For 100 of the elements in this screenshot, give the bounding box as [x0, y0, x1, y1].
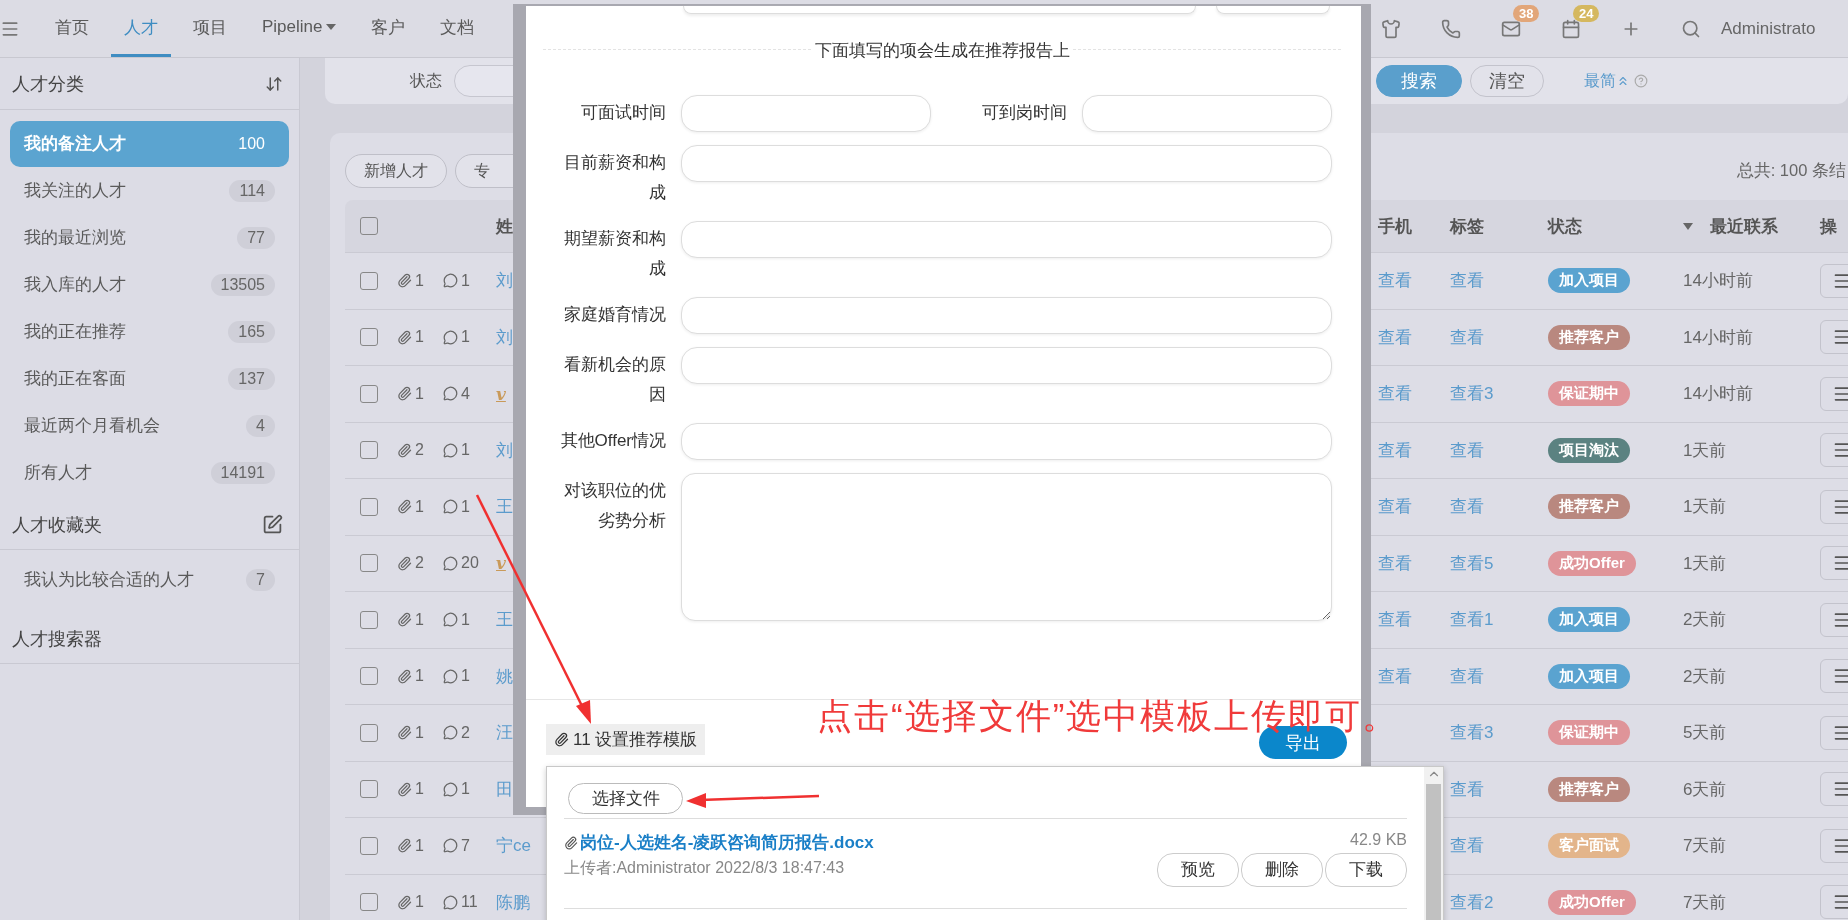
comment-icon[interactable]	[443, 838, 458, 854]
sort-icon[interactable]	[265, 74, 283, 93]
checkbox[interactable]	[360, 836, 378, 855]
checkbox[interactable]	[360, 384, 378, 403]
tags-link[interactable]: 查看3	[1450, 382, 1494, 406]
sidebar-item[interactable]: 我认为比较合适的人才 7	[10, 557, 289, 603]
input-field[interactable]	[681, 423, 1332, 460]
input-field[interactable]	[681, 221, 1332, 258]
attachment-count[interactable]: 2	[415, 441, 424, 460]
comment-count[interactable]: 1	[461, 780, 470, 799]
tags-link[interactable]: 查看1	[1450, 608, 1494, 632]
comment-count[interactable]: 1	[461, 497, 470, 516]
comment-icon[interactable]	[443, 386, 458, 402]
checkbox[interactable]	[360, 667, 378, 686]
comment-icon[interactable]	[443, 499, 458, 515]
column-header[interactable]: 状态	[1548, 214, 1582, 238]
file-action-button[interactable]: 下载	[1325, 853, 1407, 887]
attachment-count[interactable]: 1	[415, 328, 424, 347]
comment-icon[interactable]	[443, 442, 458, 458]
attachment-count[interactable]: 2	[415, 554, 424, 573]
paperclip-icon[interactable]	[397, 386, 412, 402]
nav-tab[interactable]: 客户	[357, 0, 418, 57]
comment-count[interactable]: 1	[461, 667, 470, 686]
filter-button[interactable]: 清空	[1470, 65, 1544, 97]
search-icon[interactable]	[1681, 18, 1701, 39]
tags-link[interactable]: 查看3	[1450, 721, 1494, 745]
input-field[interactable]	[681, 95, 931, 132]
phone-link[interactable]: 查看	[1378, 495, 1412, 519]
comment-icon[interactable]	[443, 668, 458, 684]
phone-link[interactable]: 查看	[1378, 608, 1412, 632]
tags-link[interactable]: 查看	[1450, 325, 1484, 349]
template-link[interactable]: 11 设置推荐模版	[546, 724, 705, 755]
scrollbar[interactable]	[1424, 767, 1443, 920]
paperclip-icon[interactable]	[397, 612, 412, 628]
checkbox[interactable]	[360, 328, 378, 347]
tags-link[interactable]: 查看	[1450, 438, 1484, 462]
name-link[interactable]: 陈鹏	[496, 890, 530, 914]
sidebar-item[interactable]: 所有人才 14191	[10, 450, 289, 496]
tags-link[interactable]: 查看	[1450, 664, 1484, 688]
phone-link[interactable]: 查看	[1378, 664, 1412, 688]
attachment-count[interactable]: 1	[415, 497, 424, 516]
sidebar-item[interactable]: 我的正在推荐 165	[10, 309, 289, 355]
sidebar-item[interactable]: 最近两个月看机会 4	[10, 403, 289, 449]
comment-icon[interactable]	[443, 725, 458, 741]
comment-count[interactable]: 7	[461, 836, 470, 855]
attachment-count[interactable]: 1	[415, 610, 424, 629]
phone-icon[interactable]	[1441, 18, 1461, 39]
paperclip-icon[interactable]	[397, 838, 412, 854]
nav-tab[interactable]: 首页	[42, 0, 102, 57]
comment-count[interactable]: 1	[461, 441, 470, 460]
comment-icon[interactable]	[443, 555, 458, 571]
phone-link[interactable]: 查看	[1378, 438, 1412, 462]
checkbox[interactable]	[360, 554, 378, 573]
name-link[interactable]: 汪	[496, 721, 513, 745]
attachment-count[interactable]: 1	[415, 836, 424, 855]
attachment-count[interactable]: 1	[415, 723, 424, 742]
attachment-count[interactable]: 1	[415, 893, 424, 912]
nav-tab[interactable]: Pipeline	[249, 0, 349, 57]
sidebar-item[interactable]: 我的正在客面 137	[10, 356, 289, 402]
comment-count[interactable]: 2	[461, 723, 470, 742]
sidebar-item[interactable]: 我的最近浏览 77	[10, 215, 289, 261]
name-link[interactable]: 刘	[496, 438, 513, 462]
phone-link[interactable]: 查看	[1378, 325, 1412, 349]
phone-link[interactable]: 查看	[1378, 382, 1412, 406]
input-field[interactable]	[681, 145, 1332, 182]
nav-tab[interactable]: 文档	[426, 0, 487, 57]
comment-icon[interactable]	[443, 612, 458, 628]
file-action-button[interactable]: 删除	[1241, 853, 1323, 887]
checkbox[interactable]	[360, 497, 378, 516]
file-link[interactable]: 岗位-人选姓名-凌跃咨询简历报告.docx	[580, 831, 874, 854]
comment-icon[interactable]	[443, 781, 458, 797]
comment-count[interactable]: 1	[461, 610, 470, 629]
comment-icon[interactable]	[443, 894, 458, 910]
calendar-icon[interactable]	[1561, 18, 1581, 39]
paperclip-icon[interactable]	[397, 894, 412, 910]
paperclip-icon[interactable]	[397, 725, 412, 741]
scroll-thumb[interactable]	[1426, 784, 1441, 920]
attachment-count[interactable]: 1	[415, 780, 424, 799]
comment-icon[interactable]	[443, 329, 458, 345]
user-name[interactable]: Administrato	[1721, 18, 1816, 39]
file-action-button[interactable]: 预览	[1157, 853, 1239, 887]
name-link[interactable]: 王	[496, 608, 513, 632]
comment-icon[interactable]	[443, 273, 458, 289]
checkbox[interactable]	[360, 271, 378, 290]
comment-count[interactable]: 1	[461, 271, 470, 290]
name-link[interactable]: 田	[496, 777, 513, 801]
checkbox[interactable]	[360, 441, 378, 460]
paperclip-icon[interactable]	[397, 273, 412, 289]
paperclip-icon[interactable]	[397, 499, 412, 515]
sort-icon[interactable]	[1683, 222, 1693, 230]
checkbox[interactable]	[360, 217, 378, 235]
column-header[interactable]: 标签	[1450, 214, 1484, 238]
checkbox[interactable]	[360, 780, 378, 799]
comment-count[interactable]: 1	[461, 328, 470, 347]
name-link[interactable]: 刘	[496, 269, 513, 293]
input-field[interactable]	[681, 297, 1332, 334]
checkbox[interactable]	[360, 893, 378, 912]
comment-count[interactable]: 20	[461, 554, 479, 573]
name-link[interactable]: 王	[496, 495, 513, 519]
comment-count[interactable]: 11	[461, 893, 478, 912]
